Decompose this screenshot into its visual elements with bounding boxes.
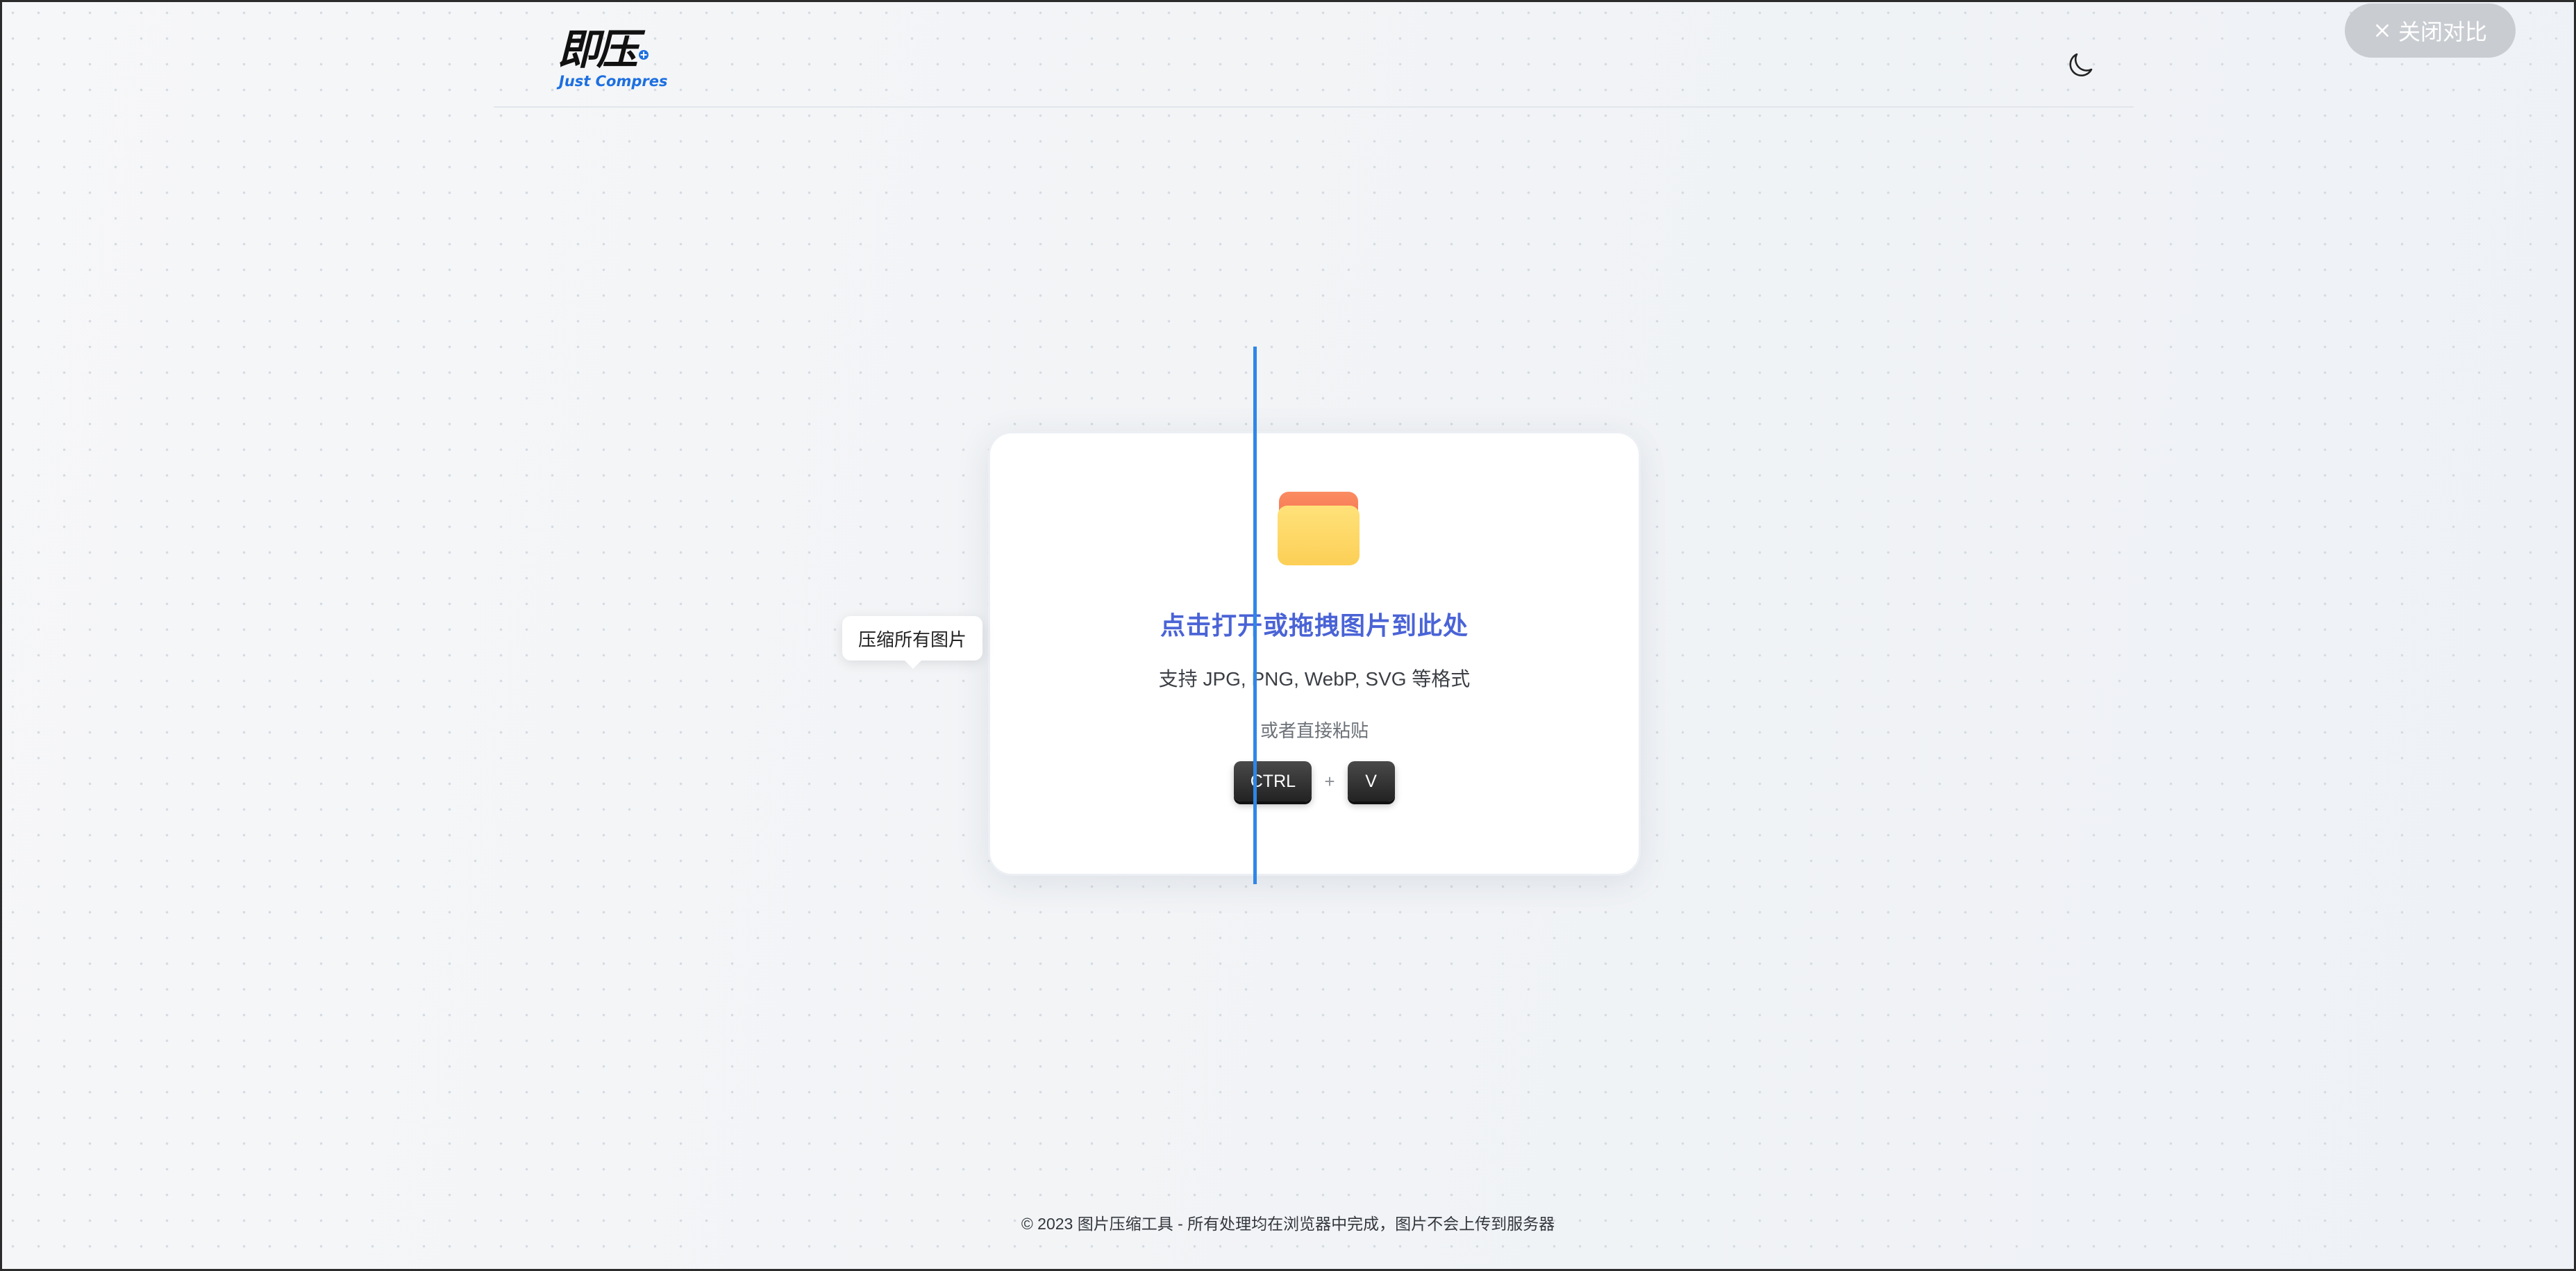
v-key: V bbox=[1347, 761, 1395, 801]
paste-hint: 或者直接粘贴 bbox=[1260, 720, 1369, 741]
ctrl-key: CTRL bbox=[1234, 761, 1312, 801]
logo[interactable]: 即压 Just Compres bbox=[558, 26, 669, 95]
close-icon bbox=[2376, 24, 2389, 37]
footer-text: © 2023 图片压缩工具 - 所有处理均在浏览器中完成，图片不会上传到服务器 bbox=[1021, 1215, 1555, 1233]
close-compare-button[interactable]: 关闭对比 bbox=[2345, 3, 2516, 58]
moon-icon bbox=[2069, 53, 2093, 76]
folder-icon bbox=[1278, 492, 1360, 565]
header: 即压 Just Compres bbox=[494, 2, 2134, 108]
compare-slider-handle[interactable] bbox=[1253, 347, 1257, 884]
dropzone-title: 点击打开或拖拽图片到此处 bbox=[1160, 611, 1469, 640]
plus-sign: + bbox=[1324, 770, 1335, 792]
close-compare-label: 关闭对比 bbox=[2398, 19, 2487, 44]
logo-mark: 即压 bbox=[558, 26, 638, 74]
supported-formats: 支持 JPG, PNG, WebP, SVG 等格式 bbox=[1158, 668, 1471, 690]
compress-all-tooltip: 压缩所有图片 bbox=[842, 616, 982, 669]
theme-toggle-button[interactable] bbox=[2064, 48, 2098, 81]
paste-shortcut: CTRL + V bbox=[990, 761, 1639, 801]
upload-dropzone[interactable]: 点击打开或拖拽图片到此处 支持 JPG, PNG, WebP, SVG 等格式 … bbox=[988, 431, 1641, 876]
logo-subtext: Just Compres bbox=[559, 73, 668, 90]
logo-plus-icon bbox=[639, 50, 649, 60]
